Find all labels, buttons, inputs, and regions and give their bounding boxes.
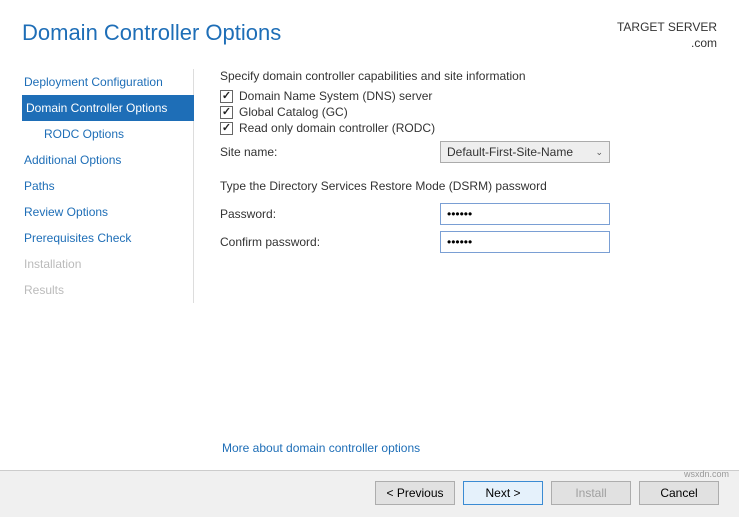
previous-button[interactable]: < Previous [375, 481, 455, 505]
check-icon [220, 90, 233, 103]
password-label: Password: [220, 207, 440, 221]
wizard-footer: < Previous Next > Install Cancel [0, 470, 739, 517]
site-name-select[interactable]: Default-First-Site-Name ⌄ [440, 141, 610, 163]
sidebar-item-prerequisites-check[interactable]: Prerequisites Check [22, 225, 193, 251]
wizard-sidebar: Deployment Configuration Domain Controll… [22, 69, 194, 303]
password-field[interactable] [440, 203, 610, 225]
cancel-button[interactable]: Cancel [639, 481, 719, 505]
checkbox-rodc[interactable]: Read only domain controller (RODC) [220, 121, 719, 135]
confirm-password-field[interactable] [440, 231, 610, 253]
check-icon [220, 106, 233, 119]
target-server-label: TARGET SERVER [617, 20, 717, 36]
check-icon [220, 122, 233, 135]
sidebar-item-rodc-options[interactable]: RODC Options [22, 121, 193, 147]
checkbox-label: Global Catalog (GC) [239, 105, 348, 119]
sidebar-item-additional-options[interactable]: Additional Options [22, 147, 193, 173]
more-about-link[interactable]: More about domain controller options [222, 441, 420, 455]
checkbox-global-catalog[interactable]: Global Catalog (GC) [220, 105, 719, 119]
sidebar-item-domain-controller-options[interactable]: Domain Controller Options [22, 95, 194, 121]
sidebar-item-review-options[interactable]: Review Options [22, 199, 193, 225]
chevron-down-icon: ⌄ [595, 147, 603, 158]
checkbox-label: Domain Name System (DNS) server [239, 89, 432, 103]
site-name-label: Site name: [220, 145, 440, 159]
sidebar-item-results: Results [22, 277, 193, 303]
site-name-selected-value: Default-First-Site-Name [447, 145, 573, 159]
target-server-block: TARGET SERVER .com [617, 20, 717, 51]
target-server-name: .com [617, 36, 717, 52]
capabilities-heading: Specify domain controller capabilities a… [220, 69, 719, 83]
dsrm-heading: Type the Directory Services Restore Mode… [220, 179, 719, 193]
main-panel: Specify domain controller capabilities a… [194, 69, 739, 303]
install-button: Install [551, 481, 631, 505]
sidebar-item-installation: Installation [22, 251, 193, 277]
checkbox-label: Read only domain controller (RODC) [239, 121, 435, 135]
checkbox-dns-server[interactable]: Domain Name System (DNS) server [220, 89, 719, 103]
next-button[interactable]: Next > [463, 481, 543, 505]
watermark: wsxdn.com [684, 469, 729, 479]
sidebar-item-paths[interactable]: Paths [22, 173, 193, 199]
sidebar-item-deployment-configuration[interactable]: Deployment Configuration [22, 69, 193, 95]
page-title: Domain Controller Options [22, 20, 281, 46]
confirm-password-label: Confirm password: [220, 235, 440, 249]
